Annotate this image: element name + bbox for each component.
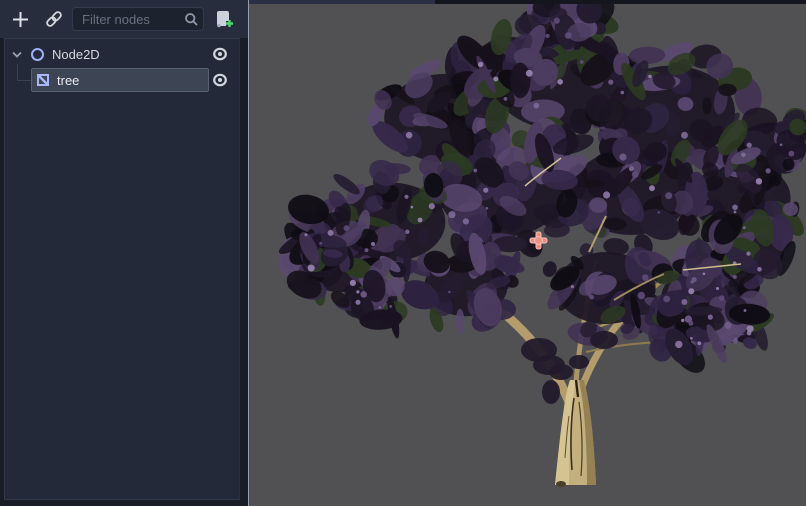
- script-plus-icon: [213, 9, 234, 30]
- viewport-2d-canvas[interactable]: [249, 0, 806, 506]
- visibility-icon: [212, 73, 228, 87]
- visibility-toggle-tree[interactable]: [211, 72, 229, 88]
- chain-link-icon: [44, 9, 64, 29]
- tree-sprite[interactable]: [249, 0, 806, 506]
- node-label: Node2D: [52, 47, 100, 62]
- node2d-icon: [31, 48, 44, 61]
- sprite-icon: [36, 73, 50, 87]
- node-label: tree: [57, 73, 79, 88]
- instance-scene-button[interactable]: [42, 7, 66, 31]
- scene-dock-toolbar: [0, 0, 248, 38]
- filter-nodes-field: [72, 7, 204, 31]
- plus-icon: [11, 10, 30, 29]
- viewport-top-strip-right: [435, 0, 806, 4]
- tree-row-node2d[interactable]: Node2D: [7, 43, 237, 65]
- tree-trunk: [555, 380, 596, 487]
- search-icon: [184, 12, 199, 27]
- tree-foliage: [276, 0, 806, 379]
- visibility-toggle-node2d[interactable]: [211, 46, 229, 62]
- tree-row-tree-selected[interactable]: tree: [31, 68, 209, 92]
- attach-script-button[interactable]: [211, 7, 235, 31]
- scene-tree-panel: Node2D tree: [4, 38, 240, 500]
- filter-nodes-input[interactable]: [80, 11, 184, 28]
- add-node-button[interactable]: [8, 7, 32, 31]
- tree-relationship-line: [17, 64, 18, 80]
- scene-dock: Node2D tree: [0, 0, 248, 506]
- expand-chevron-icon[interactable]: [10, 51, 24, 58]
- tree-relationship-line: [17, 80, 31, 81]
- visibility-icon: [212, 47, 228, 61]
- viewport-top-strip-left: [249, 0, 435, 4]
